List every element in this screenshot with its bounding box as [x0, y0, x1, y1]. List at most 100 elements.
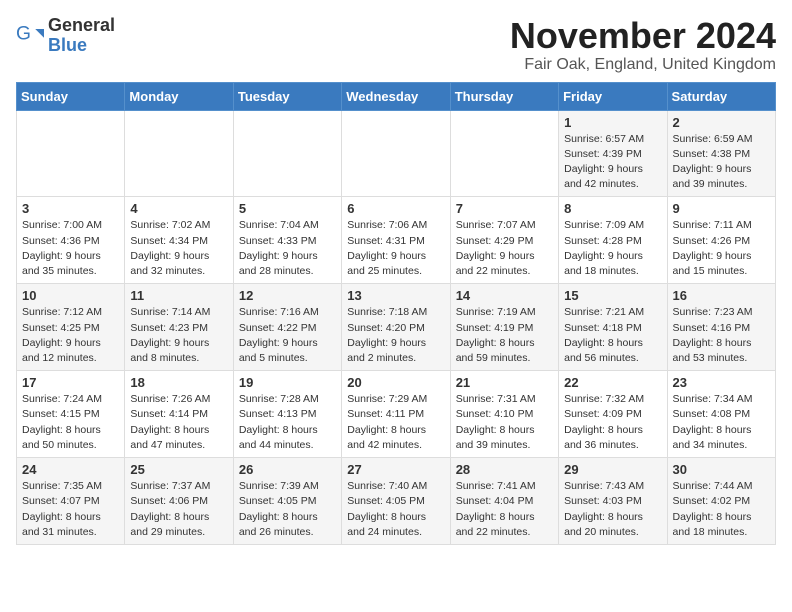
- day-cell: 10 Sunrise: 7:12 AM Sunset: 4:25 PM Dayli…: [17, 284, 125, 371]
- header-cell-tuesday: Tuesday: [233, 82, 341, 110]
- day-number: 8: [564, 201, 661, 216]
- day-info: Sunrise: 7:14 AM Sunset: 4:23 PM Dayligh…: [130, 305, 227, 366]
- week-row-2: 3Sunrise: 7:00 AM Sunset: 4:36 PM Daylig…: [17, 197, 776, 284]
- week-row-1: 1 Sunrise: 6:57 AM Sunset: 4:39 PM Daylig…: [17, 110, 776, 197]
- day-number: 14: [456, 288, 553, 303]
- logo-line2: Blue: [48, 36, 115, 56]
- header-cell-wednesday: Wednesday: [342, 82, 450, 110]
- day-info: Sunrise: 7:34 AM Sunset: 4:08 PM Dayligh…: [673, 392, 770, 453]
- day-cell: [17, 110, 125, 197]
- day-cell: 17Sunrise: 7:24 AM Sunset: 4:15 PM Dayli…: [17, 371, 125, 458]
- day-info: Sunrise: 7:41 AM Sunset: 4:04 PM Dayligh…: [456, 479, 553, 540]
- day-number: 15: [564, 288, 661, 303]
- day-number: 20: [347, 375, 444, 390]
- day-cell: 8 Sunrise: 7:09 AM Sunset: 4:28 PM Daylig…: [559, 197, 667, 284]
- day-cell: 9Sunrise: 7:11 AM Sunset: 4:26 PM Daylig…: [667, 197, 775, 284]
- day-cell: 26Sunrise: 7:39 AM Sunset: 4:05 PM Dayli…: [233, 458, 341, 545]
- day-info: Sunrise: 7:19 AM Sunset: 4:19 PM Dayligh…: [456, 305, 553, 366]
- day-info: Sunrise: 7:37 AM Sunset: 4:06 PM Dayligh…: [130, 479, 227, 540]
- day-cell: 4 Sunrise: 7:02 AM Sunset: 4:34 PM Daylig…: [125, 197, 233, 284]
- day-number: 3: [22, 201, 119, 216]
- day-number: 28: [456, 462, 553, 477]
- day-number: 21: [456, 375, 553, 390]
- header-row: SundayMondayTuesdayWednesdayThursdayFrid…: [17, 82, 776, 110]
- day-info: Sunrise: 7:12 AM Sunset: 4:25 PM Dayligh…: [22, 305, 119, 366]
- day-number: 25: [130, 462, 227, 477]
- day-number: 1: [564, 115, 661, 130]
- day-info: Sunrise: 6:59 AM Sunset: 4:38 PM Dayligh…: [673, 132, 770, 193]
- day-cell: 19 Sunrise: 7:28 AM Sunset: 4:13 PM Dayli…: [233, 371, 341, 458]
- day-cell: 20 Sunrise: 7:29 AM Sunset: 4:11 PM Dayli…: [342, 371, 450, 458]
- day-info: Sunrise: 7:21 AM Sunset: 4:18 PM Dayligh…: [564, 305, 661, 366]
- month-title: November 2024: [510, 16, 776, 56]
- day-number: 18: [130, 375, 227, 390]
- day-info: Sunrise: 7:44 AM Sunset: 4:02 PM Dayligh…: [673, 479, 770, 540]
- day-info: Sunrise: 7:11 AM Sunset: 4:26 PM Dayligh…: [673, 218, 770, 279]
- day-number: 29: [564, 462, 661, 477]
- day-cell: 1 Sunrise: 6:57 AM Sunset: 4:39 PM Daylig…: [559, 110, 667, 197]
- day-number: 19: [239, 375, 336, 390]
- day-number: 11: [130, 288, 227, 303]
- day-cell: 18 Sunrise: 7:26 AM Sunset: 4:14 PM Dayli…: [125, 371, 233, 458]
- day-number: 4: [130, 201, 227, 216]
- svg-text:G: G: [16, 23, 31, 44]
- day-info: Sunrise: 7:23 AM Sunset: 4:16 PM Dayligh…: [673, 305, 770, 366]
- week-row-5: 24 Sunrise: 7:35 AM Sunset: 4:07 PM Dayli…: [17, 458, 776, 545]
- day-cell: 21 Sunrise: 7:31 AM Sunset: 4:10 PM Dayli…: [450, 371, 558, 458]
- day-info: Sunrise: 6:57 AM Sunset: 4:39 PM Dayligh…: [564, 132, 661, 193]
- day-cell: 30Sunrise: 7:44 AM Sunset: 4:02 PM Dayli…: [667, 458, 775, 545]
- calendar-header: SundayMondayTuesdayWednesdayThursdayFrid…: [17, 82, 776, 110]
- day-cell: 24 Sunrise: 7:35 AM Sunset: 4:07 PM Dayli…: [17, 458, 125, 545]
- logo-icon: G: [16, 22, 44, 50]
- day-info: Sunrise: 7:09 AM Sunset: 4:28 PM Dayligh…: [564, 218, 661, 279]
- day-info: Sunrise: 7:43 AM Sunset: 4:03 PM Dayligh…: [564, 479, 661, 540]
- logo: G General Blue: [16, 16, 115, 56]
- day-cell: 25 Sunrise: 7:37 AM Sunset: 4:06 PM Dayli…: [125, 458, 233, 545]
- day-info: Sunrise: 7:26 AM Sunset: 4:14 PM Dayligh…: [130, 392, 227, 453]
- week-row-3: 10 Sunrise: 7:12 AM Sunset: 4:25 PM Dayli…: [17, 284, 776, 371]
- day-number: 2: [673, 115, 770, 130]
- day-number: 17: [22, 375, 119, 390]
- day-cell: 29 Sunrise: 7:43 AM Sunset: 4:03 PM Dayli…: [559, 458, 667, 545]
- logo-line1: General: [48, 16, 115, 36]
- day-info: Sunrise: 7:29 AM Sunset: 4:11 PM Dayligh…: [347, 392, 444, 453]
- day-cell: 23 Sunrise: 7:34 AM Sunset: 4:08 PM Dayli…: [667, 371, 775, 458]
- day-info: Sunrise: 7:35 AM Sunset: 4:07 PM Dayligh…: [22, 479, 119, 540]
- day-info: Sunrise: 7:04 AM Sunset: 4:33 PM Dayligh…: [239, 218, 336, 279]
- day-info: Sunrise: 7:07 AM Sunset: 4:29 PM Dayligh…: [456, 218, 553, 279]
- day-number: 10: [22, 288, 119, 303]
- day-info: Sunrise: 7:02 AM Sunset: 4:34 PM Dayligh…: [130, 218, 227, 279]
- day-cell: [233, 110, 341, 197]
- week-row-4: 17Sunrise: 7:24 AM Sunset: 4:15 PM Dayli…: [17, 371, 776, 458]
- logo-text: General Blue: [48, 16, 115, 56]
- day-cell: [450, 110, 558, 197]
- header-cell-monday: Monday: [125, 82, 233, 110]
- day-cell: 27 Sunrise: 7:40 AM Sunset: 4:05 PM Dayli…: [342, 458, 450, 545]
- location-subtitle: Fair Oak, England, United Kingdom: [510, 56, 776, 74]
- day-number: 16: [673, 288, 770, 303]
- day-number: 24: [22, 462, 119, 477]
- page-header: G General Blue November 2024 Fair Oak, E…: [16, 16, 776, 74]
- day-number: 26: [239, 462, 336, 477]
- day-cell: [342, 110, 450, 197]
- day-cell: 28 Sunrise: 7:41 AM Sunset: 4:04 PM Dayli…: [450, 458, 558, 545]
- day-cell: 3Sunrise: 7:00 AM Sunset: 4:36 PM Daylig…: [17, 197, 125, 284]
- day-info: Sunrise: 7:16 AM Sunset: 4:22 PM Dayligh…: [239, 305, 336, 366]
- day-number: 27: [347, 462, 444, 477]
- calendar-body: 1 Sunrise: 6:57 AM Sunset: 4:39 PM Daylig…: [17, 110, 776, 544]
- day-info: Sunrise: 7:31 AM Sunset: 4:10 PM Dayligh…: [456, 392, 553, 453]
- day-cell: 16 Sunrise: 7:23 AM Sunset: 4:16 PM Dayli…: [667, 284, 775, 371]
- header-cell-friday: Friday: [559, 82, 667, 110]
- day-number: 13: [347, 288, 444, 303]
- day-cell: 6Sunrise: 7:06 AM Sunset: 4:31 PM Daylig…: [342, 197, 450, 284]
- day-number: 12: [239, 288, 336, 303]
- day-info: Sunrise: 7:28 AM Sunset: 4:13 PM Dayligh…: [239, 392, 336, 453]
- day-info: Sunrise: 7:40 AM Sunset: 4:05 PM Dayligh…: [347, 479, 444, 540]
- day-number: 5: [239, 201, 336, 216]
- header-cell-sunday: Sunday: [17, 82, 125, 110]
- day-cell: 22Sunrise: 7:32 AM Sunset: 4:09 PM Dayli…: [559, 371, 667, 458]
- day-cell: 11 Sunrise: 7:14 AM Sunset: 4:23 PM Dayli…: [125, 284, 233, 371]
- day-cell: 2 Sunrise: 6:59 AM Sunset: 4:38 PM Daylig…: [667, 110, 775, 197]
- day-cell: 13Sunrise: 7:18 AM Sunset: 4:20 PM Dayli…: [342, 284, 450, 371]
- day-number: 23: [673, 375, 770, 390]
